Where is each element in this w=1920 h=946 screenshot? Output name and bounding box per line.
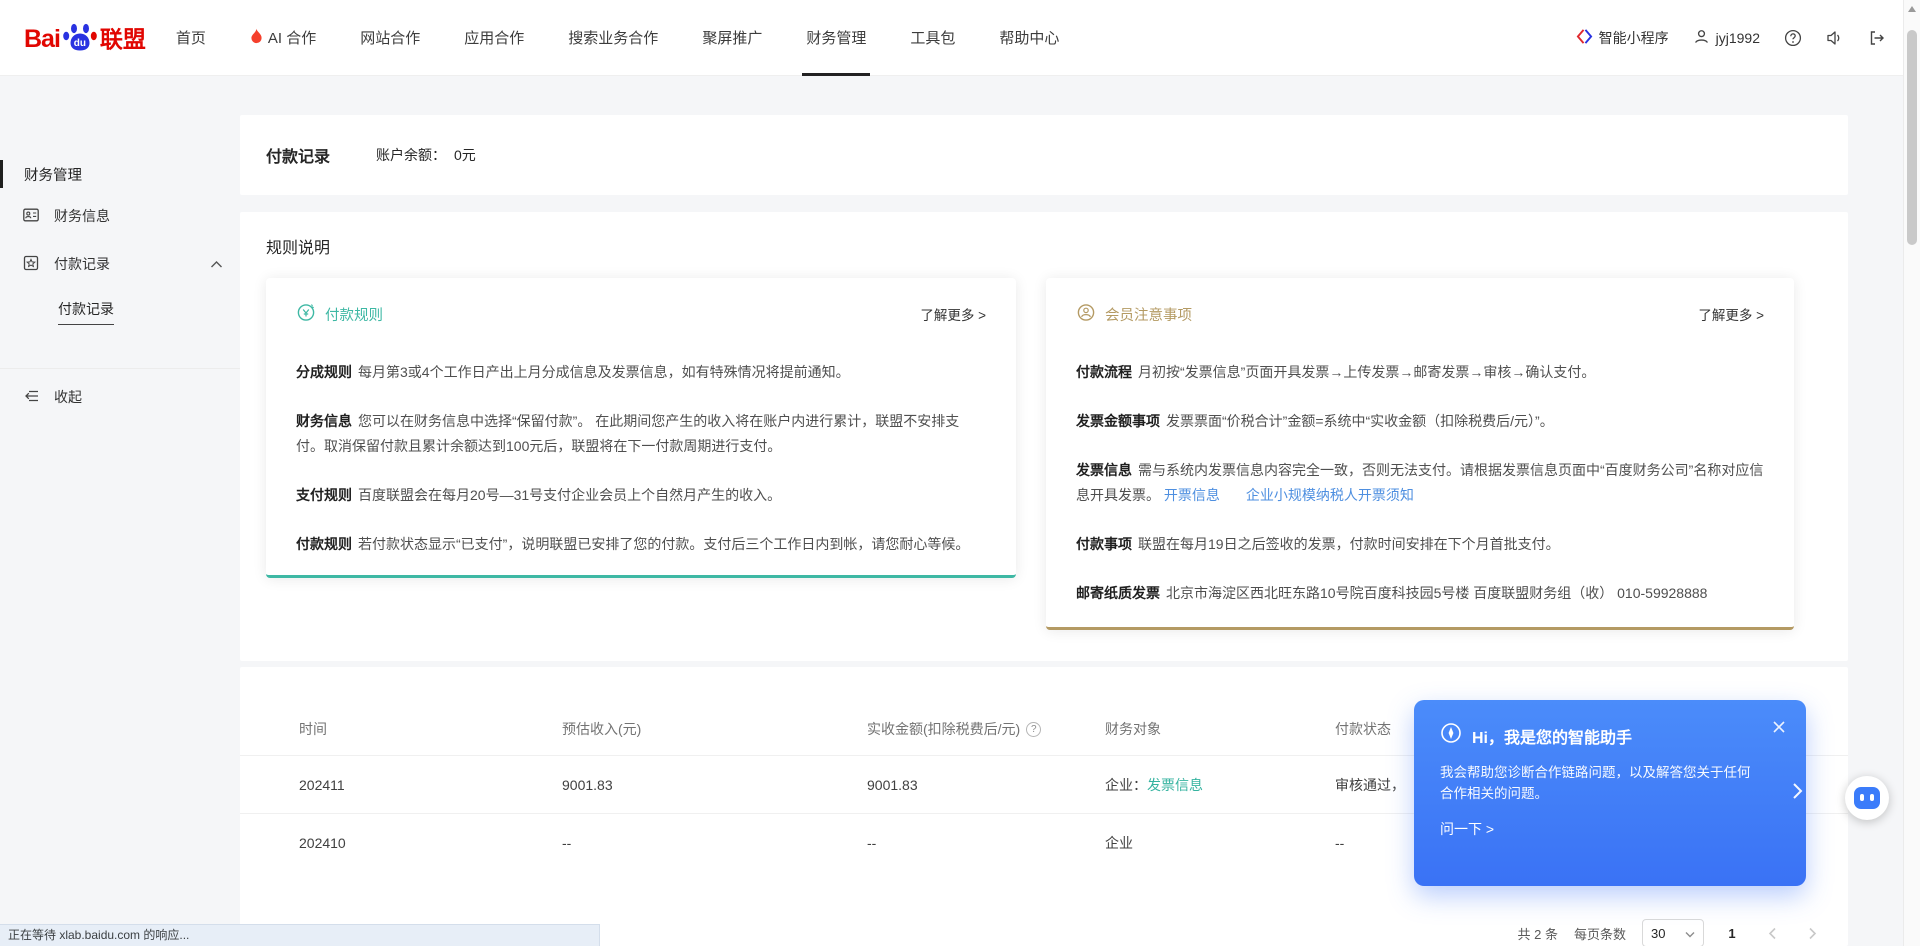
assistant-popup: Hi，我是您的智能助手 我会帮助您诊断合作链路问题，以及解答您关于任何合作相关的… [1414,700,1806,886]
col-time: 时间 [299,719,562,739]
invoice-info-table-link[interactable]: 发票信息 [1147,777,1203,793]
close-icon[interactable] [1772,720,1786,739]
invoice-info-link[interactable]: 开票信息 [1164,487,1220,503]
member-notes-panel: 会员注意事项 了解更多 > 付款流程月初按“发票信息”页面开具发票→上传发票→邮… [1046,278,1794,630]
small-taxpayer-guide-link[interactable]: 企业小规模纳税人开票须知 [1246,487,1414,503]
payment-record-icon [22,254,40,275]
page-title: 付款记录 [266,143,330,167]
rule-paragraph: 财务信息您可以在财务信息中选择“保留付款”。 在此期间您产生的收入将在账户内进行… [296,409,986,459]
rule-paragraph: 付款规则若付款状态显示“已支付”，说明联盟已安排了您的付款。支付后三个工作日内到… [296,532,986,557]
finance-info-icon [22,206,40,227]
total-count: 共 2 条 [1518,924,1558,943]
rule-paragraph: 邮寄纸质发票北京市海淀区西北旺东路10号院百度科技园5号楼 百度联盟财务组（收）… [1076,581,1764,606]
col-estimated: 预估收入(元) [562,719,867,739]
col-received: 实收金额(扣除税费后/元) [867,719,1105,739]
chevron-up-icon[interactable] [210,256,223,272]
sidebar-subitem-payment-record[interactable]: 付款记录 [0,288,245,336]
member-notes-header: 会员注意事项 [1076,302,1764,326]
caret-down-icon [1685,926,1695,941]
help-icon[interactable] [1784,29,1802,47]
cell-received: -- [867,835,1105,851]
account-balance: 账户余额： 0元 [376,145,476,165]
cell-time: 202410 [299,835,562,851]
nav-item-help-center[interactable]: 帮助中心 [999,0,1059,76]
sidebar-collapse-button[interactable]: 收起 [0,373,245,421]
next-page-button[interactable] [1800,919,1824,946]
coin-icon [296,302,316,326]
sound-icon[interactable] [1826,29,1844,47]
nav-item-app[interactable]: 应用合作 [464,0,524,76]
baidu-paw-icon: du [62,22,98,54]
baidu-union-logo[interactable]: Bai du 联盟 [24,22,146,54]
flame-icon [250,28,263,48]
current-page[interactable]: 1 [1720,919,1744,946]
cell-estimated: 9001.83 [562,777,867,793]
column-help-icon[interactable] [1026,722,1041,737]
rule-paragraph: 发票信息需与系统内发票信息内容完全一致，否则无法支付。请根据发票信息页面中“百度… [1076,458,1764,508]
nav-item-home[interactable]: 首页 [176,0,206,76]
user-icon [1693,28,1710,48]
top-nav: Bai du 联盟 首页 AI 合作 网站合作 应用合作 搜索业务合作 聚屏推广… [0,0,1920,76]
assistant-title: Hi，我是您的智能助手 [1472,724,1632,748]
prev-page-button[interactable] [1760,919,1784,946]
nav-item-search-business[interactable]: 搜索业务合作 [568,0,658,76]
cell-estimated: -- [562,835,867,851]
cell-time: 202411 [299,777,562,793]
sidebar-item-payment-record[interactable]: 付款记录 [0,240,245,288]
cell-entity: 企业：发票信息 [1105,775,1335,795]
col-entity: 财务对象 [1105,719,1335,739]
payment-rules-more-link[interactable]: 了解更多 > [920,304,986,324]
rules-section-title: 规则说明 [266,234,330,258]
rule-paragraph: 付款流程月初按“发票信息”页面开具发票→上传发票→邮寄发票→审核→确认支付。 [1076,360,1764,385]
main-nav: 首页 AI 合作 网站合作 应用合作 搜索业务合作 聚屏推广 财务管理 工具包 … [176,0,1059,76]
mini-program-entry[interactable]: 智能小程序 [1576,28,1669,48]
robot-icon [1854,787,1880,809]
mini-program-icon [1576,28,1593,48]
collapse-menu-icon [22,387,40,408]
member-notes-more-link[interactable]: 了解更多 > [1698,304,1764,324]
sidebar-section-title: 财务管理 [0,156,245,192]
chevron-right-icon[interactable] [1792,782,1803,805]
sidebar: 财务管理 财务信息 付款记录 付款记录 收起 [0,76,245,946]
nav-item-ai[interactable]: AI 合作 [250,0,316,76]
nav-right-cluster: 智能小程序 jyj1992 [1576,28,1886,48]
logo-text-union: 联盟 [100,24,146,54]
rules-card: 规则说明 付款规则 了解更多 > 分成规则每月第3或4个工作日产出上月分成信息及… [240,212,1848,661]
balance-value: 0元 [454,147,476,163]
logout-icon[interactable] [1868,29,1886,47]
assistant-launcher-button[interactable] [1845,776,1889,820]
payment-rules-header: 付款规则 [296,302,986,326]
payment-rules-panel: 付款规则 了解更多 > 分成规则每月第3或4个工作日产出上月分成信息及发票信息，… [266,278,1016,578]
ask-now-link[interactable]: 问一下 > [1440,819,1494,839]
page-size-select[interactable]: 30 [1642,919,1704,946]
logo-text-bai: Bai [24,24,60,54]
rule-paragraph: 发票金额事项发票票面“价税合计”金额=系统中“实收金额（扣除税费后/元）”。 [1076,409,1764,434]
assistant-message: 我会帮助您诊断合作链路问题，以及解答您关于任何合作相关的问题。 [1440,762,1758,804]
vertical-scrollbar[interactable] [1903,0,1920,946]
user-account[interactable]: jyj1992 [1693,28,1760,48]
sidebar-divider [0,368,245,369]
scrollbar-thumb[interactable] [1907,30,1917,245]
rule-paragraph: 分成规则每月第3或4个工作日产出上月分成信息及发票信息，如有特殊情况将提前通知。 [296,360,986,385]
balance-label: 账户余额： [376,147,446,163]
per-page-label: 每页条数 [1574,924,1626,943]
rule-paragraph: 支付规则百度联盟会在每月20号—31号支付企业会员上个自然月产生的收入。 [296,483,986,508]
rule-paragraph: 付款事项联盟在每月19日之后签收的发票，付款时间安排在下个月首批支付。 [1076,532,1764,557]
cell-received: 9001.83 [867,777,1105,793]
browser-status-bar: 正在等待 xlab.baidu.com 的响应... [0,924,600,946]
nav-item-screen-promo[interactable]: 聚屏推广 [702,0,762,76]
scroll-up-arrow-icon[interactable] [1908,6,1916,12]
nav-item-toolkit[interactable]: 工具包 [910,0,955,76]
pagination: 共 2 条 每页条数 30 1 [1518,919,1824,946]
member-icon [1076,302,1096,326]
nav-item-finance[interactable]: 财务管理 [806,0,866,76]
compass-icon [1440,722,1462,749]
cell-entity: 企业 [1105,833,1335,853]
logo-text-du: du [74,38,86,49]
assistant-header: Hi，我是您的智能助手 [1414,700,1806,749]
sidebar-item-finance-info[interactable]: 财务信息 [0,192,245,240]
page-header-card: 付款记录 账户余额： 0元 [240,115,1848,195]
nav-item-website[interactable]: 网站合作 [360,0,420,76]
